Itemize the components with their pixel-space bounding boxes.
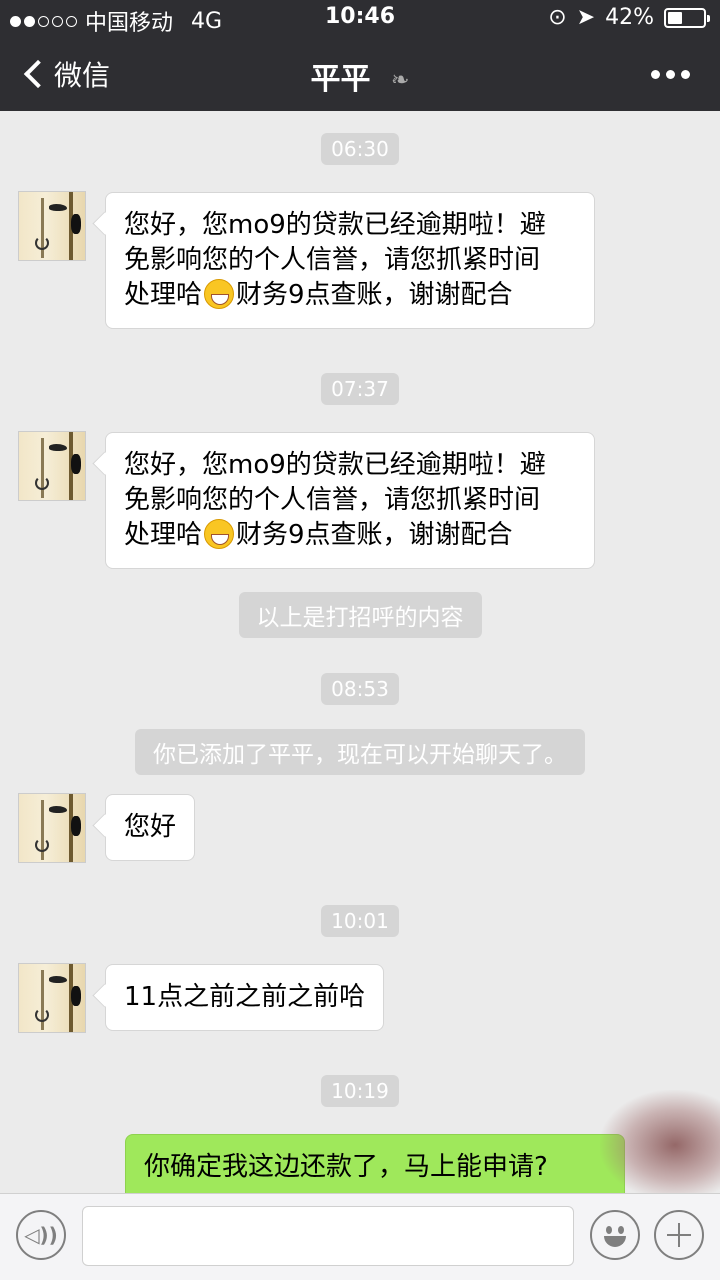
status-bar: 中国移动 4G 10:46 ⊙ ➤ 42% — [0, 0, 720, 36]
timestamp-label: 06:30 — [321, 133, 399, 165]
more-dot — [681, 70, 690, 79]
system-notice-label: 以上是打招呼的内容 — [238, 592, 482, 638]
avatar[interactable] — [18, 191, 86, 261]
more-options-button[interactable] — [651, 70, 690, 79]
chat-screen: 中国移动 4G 10:46 ⊙ ➤ 42% 微信 平平 ❧ 06:30 您好，您… — [0, 0, 720, 1280]
avatar[interactable] — [18, 431, 86, 501]
location-icon: ➤ — [576, 5, 596, 30]
more-dot — [666, 70, 675, 79]
message-line-with-emoji: 处理哈 财务9点查账，谢谢配合 — [124, 278, 576, 313]
status-right: ⊙ ➤ 42% — [548, 5, 710, 30]
message-line: 您好，您mo9的贷款已经逾期啦！避 — [124, 210, 546, 240]
message-text: 处理哈 — [124, 520, 203, 550]
incoming-message[interactable]: 您好 — [105, 794, 196, 861]
timestamp-label: 10:01 — [321, 905, 399, 937]
message-line-with-emoji: 处理哈 财务9点查账，谢谢配合 — [124, 518, 576, 553]
voice-icon[interactable]: ◁)) — [16, 1210, 66, 1260]
chat-title-wrap: 平平 ❧ — [0, 54, 720, 98]
rotation-lock-icon: ⊙ — [548, 5, 567, 30]
redaction-scribble — [600, 1090, 720, 1200]
ear-icon: ❧ — [391, 68, 410, 93]
message-input[interactable] — [82, 1206, 574, 1266]
message-text: 财务9点查账，谢谢配合 — [236, 280, 513, 310]
message-text: 您好 — [124, 812, 177, 842]
timestamp: 10:01 — [0, 905, 720, 937]
message-line: 您好，您mo9的贷款已经逾期啦！避 — [124, 450, 546, 480]
timestamp: 08:53 — [0, 673, 720, 705]
message-text: 你确定我这边还款了，马上能申请? — [144, 1152, 548, 1182]
message-text: 财务9点查账，谢谢配合 — [236, 520, 513, 550]
incoming-message[interactable]: 您好，您mo9的贷款已经逾期啦！避 免影响您的个人信誉，请您抓紧时间 处理哈 财务… — [105, 432, 595, 569]
avatar[interactable] — [18, 963, 86, 1033]
system-notice: 你已添加了平平，现在可以开始聊天了。 — [0, 729, 720, 775]
nav-bar: 微信 平平 ❧ — [0, 36, 720, 111]
plus-icon[interactable] — [654, 1210, 704, 1260]
grinning-face-icon — [204, 519, 235, 549]
battery-fill — [668, 11, 682, 24]
message-text: 处理哈 — [124, 280, 203, 310]
incoming-message[interactable]: 11点之前之前之前哈 — [105, 964, 385, 1031]
timestamp: 07:37 — [0, 373, 720, 405]
system-notice-label: 你已添加了平平，现在可以开始聊天了。 — [135, 729, 585, 775]
battery-icon — [664, 7, 710, 28]
timestamp-label: 07:37 — [321, 373, 399, 405]
system-notice: 以上是打招呼的内容 — [0, 592, 720, 638]
chat-title: 平平 — [310, 62, 371, 97]
message-text: 11点之前之前之前哈 — [124, 982, 366, 1012]
message-line: 免影响您的个人信誉，请您抓紧时间 — [124, 245, 541, 275]
battery-percent: 42% — [605, 5, 654, 30]
avatar[interactable] — [18, 793, 86, 863]
grinning-face-icon — [204, 279, 235, 309]
timestamp-label: 08:53 — [321, 673, 399, 705]
timestamp-label: 10:19 — [321, 1075, 399, 1107]
input-bar: ◁)) — [0, 1193, 720, 1280]
timestamp: 06:30 — [0, 133, 720, 165]
more-dot — [651, 70, 660, 79]
message-line: 免影响您的个人信誉，请您抓紧时间 — [124, 485, 541, 515]
emoji-icon[interactable] — [590, 1210, 640, 1260]
incoming-message[interactable]: 您好，您mo9的贷款已经逾期啦！避 免影响您的个人信誉，请您抓紧时间 处理哈 财务… — [105, 192, 595, 329]
